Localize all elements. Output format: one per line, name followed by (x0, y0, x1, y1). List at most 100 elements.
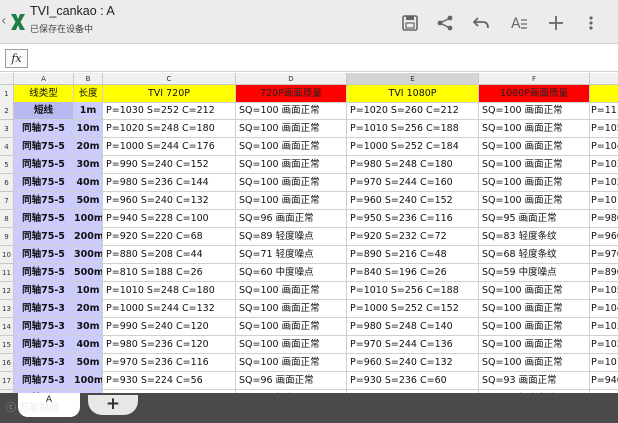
more-vert-icon[interactable] (585, 12, 597, 34)
table-cell[interactable]: P=960 (590, 228, 618, 246)
row-header[interactable]: 6 (0, 174, 14, 192)
table-cell[interactable]: P=101 (590, 354, 618, 372)
table-cell[interactable]: P=990 S=240 C=152 (103, 156, 236, 174)
table-cell[interactable]: P=890 (590, 264, 618, 282)
header-cell[interactable]: 长度 (74, 85, 103, 103)
header-cell[interactable]: 1080P画面质量 (479, 85, 590, 103)
row-header[interactable]: 13 (0, 300, 14, 318)
table-cell[interactable]: P=970 (590, 246, 618, 264)
table-cell[interactable]: SQ=95 画面正常 (479, 210, 590, 228)
table-cell[interactable]: SQ=100 画面正常 (479, 282, 590, 300)
table-cell[interactable]: P=1020 S=260 C=212 (347, 102, 479, 120)
header-cell[interactable] (590, 85, 618, 103)
row-header[interactable]: 16 (0, 354, 14, 372)
table-cell[interactable]: 100m (74, 210, 103, 228)
table-cell[interactable]: P=960 S=240 C=132 (347, 354, 479, 372)
row-header[interactable]: 2 (0, 102, 14, 120)
header-cell[interactable]: TVI 720P (103, 85, 236, 103)
table-cell[interactable]: P=1000 S=244 C=176 (103, 138, 236, 156)
table-cell[interactable]: P=930 S=224 C=56 (103, 372, 236, 390)
table-cell[interactable]: SQ=100 画面正常 (236, 156, 347, 174)
table-cell[interactable]: P=960 S=240 C=132 (103, 192, 236, 210)
formula-input[interactable] (34, 49, 614, 68)
table-cell[interactable]: P=980 (590, 210, 618, 228)
row-header[interactable]: 14 (0, 318, 14, 336)
table-cell[interactable]: P=880 S=208 C=44 (103, 246, 236, 264)
table-cell[interactable]: P=980 S=248 C=180 (347, 156, 479, 174)
table-cell[interactable]: P=930 S=236 C=60 (347, 372, 479, 390)
table-cell[interactable]: P=980 S=248 C=140 (347, 318, 479, 336)
column-header[interactable]: C (103, 73, 236, 85)
table-cell[interactable]: P=102 (590, 174, 618, 192)
table-cell[interactable]: SQ=100 画面正常 (236, 192, 347, 210)
table-cell[interactable]: SQ=100 画面正常 (236, 138, 347, 156)
table-cell[interactable]: SQ=100 画面正常 (479, 138, 590, 156)
table-cell[interactable]: 同轴75-3 (14, 300, 74, 318)
table-cell[interactable]: 同轴75-5 (14, 264, 74, 282)
table-cell[interactable]: P=980 S=236 C=120 (103, 336, 236, 354)
table-cell[interactable]: P=970 S=244 C=160 (347, 174, 479, 192)
table-cell[interactable]: 同轴75-3 (14, 354, 74, 372)
table-cell[interactable]: 50m (74, 354, 103, 372)
table-cell[interactable]: SQ=100 画面正常 (479, 354, 590, 372)
column-header[interactable]: A (14, 73, 74, 85)
row-header[interactable]: 1 (0, 85, 14, 103)
table-cell[interactable]: 1m (74, 102, 103, 120)
table-cell[interactable]: P=950 S=236 C=116 (347, 210, 479, 228)
table-cell[interactable]: SQ=100 画面正常 (236, 300, 347, 318)
row-header[interactable]: 10 (0, 246, 14, 264)
table-cell[interactable]: P=103 (590, 156, 618, 174)
row-header[interactable]: 4 (0, 138, 14, 156)
table-cell[interactable]: SQ=100 画面正常 (236, 282, 347, 300)
table-cell[interactable]: P=1030 S=252 C=212 (103, 102, 236, 120)
table-cell[interactable]: 同轴75-5 (14, 120, 74, 138)
table-cell[interactable]: P=102 (590, 336, 618, 354)
table-cell[interactable]: P=104 (590, 138, 618, 156)
table-cell[interactable]: 同轴75-5 (14, 210, 74, 228)
table-cell[interactable]: P=1010 S=248 C=180 (103, 282, 236, 300)
table-cell[interactable]: 同轴75-3 (14, 336, 74, 354)
column-header[interactable]: B (74, 73, 103, 85)
table-cell[interactable]: 同轴75-5 (14, 228, 74, 246)
table-cell[interactable]: 10m (74, 120, 103, 138)
header-cell[interactable]: TVI 1080P (347, 85, 479, 103)
table-cell[interactable]: P=1020 S=248 C=180 (103, 120, 236, 138)
table-cell[interactable]: SQ=100 画面正常 (236, 120, 347, 138)
table-cell[interactable]: P=105 (590, 282, 618, 300)
table-cell[interactable]: P=990 S=240 C=120 (103, 318, 236, 336)
table-cell[interactable]: SQ=100 画面正常 (479, 336, 590, 354)
table-cell[interactable]: 同轴75-3 (14, 372, 74, 390)
share-icon[interactable] (434, 12, 456, 34)
table-cell[interactable]: 同轴75-3 (14, 318, 74, 336)
table-cell[interactable]: 40m (74, 174, 103, 192)
table-cell[interactable]: P=920 S=232 C=72 (347, 228, 479, 246)
table-cell[interactable]: 20m (74, 138, 103, 156)
table-cell[interactable]: P=111 (590, 102, 618, 120)
row-header[interactable]: 11 (0, 264, 14, 282)
table-cell[interactable]: SQ=100 画面正常 (479, 102, 590, 120)
table-cell[interactable]: P=890 S=216 C=48 (347, 246, 479, 264)
table-cell[interactable]: 同轴75-5 (14, 174, 74, 192)
table-cell[interactable]: P=1010 S=256 C=188 (347, 120, 479, 138)
plus-icon[interactable] (545, 12, 567, 34)
table-cell[interactable]: P=960 S=240 C=152 (347, 192, 479, 210)
add-sheet-button[interactable]: + (88, 395, 138, 415)
row-header[interactable]: 8 (0, 210, 14, 228)
table-cell[interactable]: SQ=100 画面正常 (479, 300, 590, 318)
table-cell[interactable]: 短线 (14, 102, 74, 120)
table-cell[interactable]: SQ=96 画面正常 (236, 372, 347, 390)
table-cell[interactable]: 10m (74, 282, 103, 300)
table-cell[interactable]: SQ=100 画面正常 (236, 102, 347, 120)
table-cell[interactable]: SQ=68 轻度条纹 (479, 246, 590, 264)
table-cell[interactable]: P=840 S=196 C=26 (347, 264, 479, 282)
column-header[interactable]: D (236, 73, 347, 85)
table-cell[interactable]: SQ=100 画面正常 (236, 336, 347, 354)
table-cell[interactable]: SQ=60 中度噪点 (236, 264, 347, 282)
table-cell[interactable]: P=980 S=236 C=144 (103, 174, 236, 192)
table-cell[interactable]: P=103 (590, 318, 618, 336)
table-cell[interactable]: 500m (74, 264, 103, 282)
table-cell[interactable]: 20m (74, 300, 103, 318)
header-cell[interactable]: 720P画面质量 (236, 85, 347, 103)
function-button[interactable]: fx (5, 49, 28, 68)
row-header[interactable]: 9 (0, 228, 14, 246)
